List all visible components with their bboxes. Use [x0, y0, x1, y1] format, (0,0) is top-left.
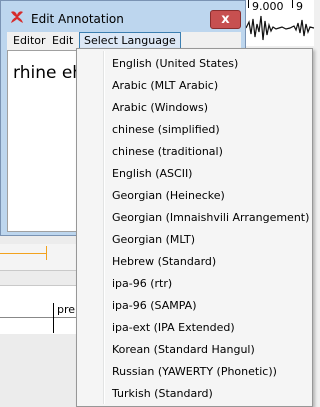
language-option[interactable]: ipa-96 (rtr): [112, 273, 172, 295]
menu-editor[interactable]: Editor: [13, 34, 46, 47]
annotation-boundary[interactable]: [53, 303, 54, 333]
tier-baseline: [0, 317, 80, 318]
language-option[interactable]: chinese (traditional): [112, 141, 223, 163]
selection-line: [0, 253, 46, 254]
language-option[interactable]: Turkish (Standard): [112, 383, 213, 405]
ruler-tick: [248, 0, 249, 8]
language-option[interactable]: ipa-96 (SAMPA): [112, 295, 196, 317]
language-option[interactable]: English (United States): [112, 53, 238, 75]
title-bar[interactable]: Edit Annotation x: [1, 1, 245, 31]
menu-edit[interactable]: Edit: [52, 34, 73, 47]
language-option[interactable]: English (ASCII): [112, 163, 192, 185]
waveform-ruler: 9.000 9: [245, 0, 314, 46]
language-option[interactable]: Georgian (Imnaishvili Arrangement): [112, 207, 309, 229]
language-option[interactable]: Hebrew (Standard): [112, 251, 216, 273]
ruler-tick: [292, 0, 293, 8]
app-logo-icon: [11, 11, 23, 23]
language-option[interactable]: chinese (simplified): [112, 119, 220, 141]
timeline-track[interactable]: [0, 244, 80, 271]
language-option[interactable]: Arabic (Windows): [112, 97, 208, 119]
language-option[interactable]: Georgian (MLT): [112, 229, 195, 251]
tier-area-lower: [0, 334, 80, 407]
language-option[interactable]: ipa-ext (IPA Extended): [112, 317, 235, 339]
language-option[interactable]: Korean (Standard Hangul): [112, 339, 255, 361]
close-button[interactable]: x: [210, 10, 241, 29]
window-title: Edit Annotation: [31, 12, 124, 26]
language-option[interactable]: Georgian (Heinecke): [112, 185, 225, 207]
language-menu: English (United States) Arabic (MLT Arab…: [76, 48, 313, 407]
language-option[interactable]: Arabic (MLT Arabic): [112, 75, 218, 97]
language-option[interactable]: Russian (YAWERTY (Phonetic)): [112, 361, 277, 383]
annotation-text[interactable]: rhine eh: [13, 63, 83, 83]
selection-marker[interactable]: [46, 246, 47, 260]
waveform: [246, 15, 314, 41]
menu-icon-gutter: [103, 51, 105, 404]
annotation-label[interactable]: pre: [57, 303, 75, 316]
